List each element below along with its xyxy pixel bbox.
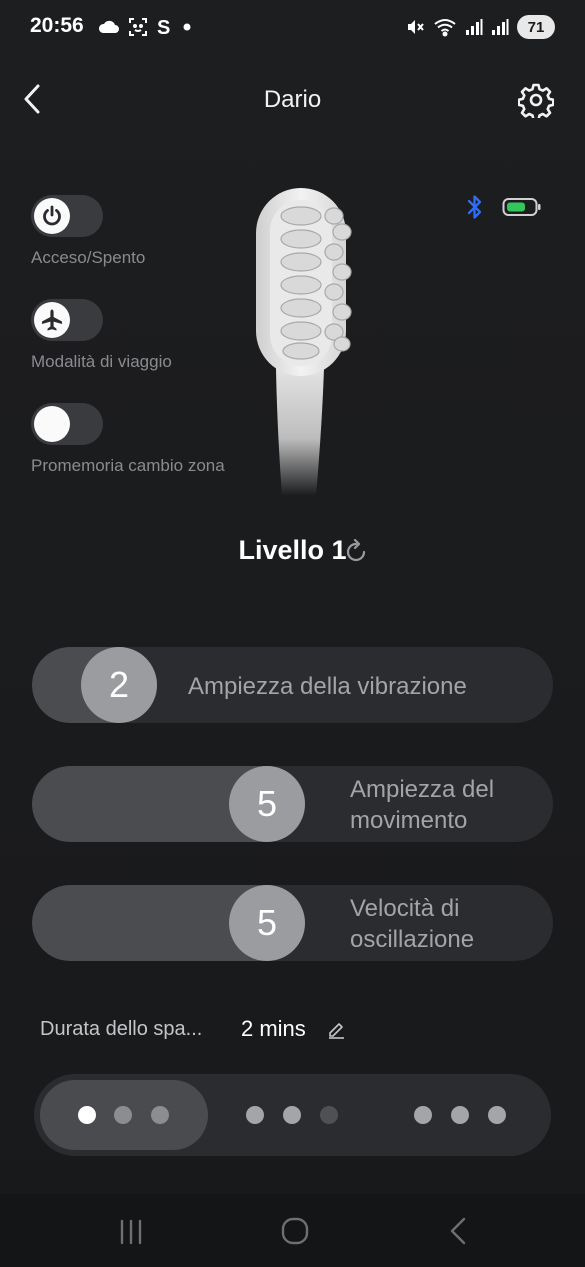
dot-icon [488,1106,506,1124]
dot-icon [246,1106,264,1124]
edit-duration-button[interactable] [326,1019,346,1044]
recent-apps-button[interactable] [117,1218,145,1251]
dot-icon [451,1106,469,1124]
s-icon: S [157,17,170,38]
slider-thumb[interactable]: 2 [81,647,157,723]
back-arrow-icon [450,1217,466,1245]
bluetooth-icon [466,194,484,225]
slider-thumb[interactable]: 5 [229,885,305,961]
status-time: 20:56 [30,14,84,37]
travel-mode-label: Modalità di viaggio [31,352,172,371]
mode-selector [34,1074,551,1156]
toggle-knob [34,302,70,338]
system-nav-bar [0,1194,585,1267]
dot-icon [414,1106,432,1124]
dot-icon [78,1106,96,1124]
slider-label: Ampiezza del movimento [350,776,495,834]
toggle-knob [34,198,70,234]
system-back-button[interactable] [447,1216,469,1251]
dot-icon [114,1106,132,1124]
power-toggle[interactable] [31,195,103,237]
duration-value: 2 mins [241,1016,306,1041]
power-label: Acceso/Spento [31,248,146,267]
level-title: Livello 1 [0,535,585,566]
battery-level: 71 [517,15,555,39]
status-left-icons: S [98,14,194,40]
slider-label: Ampiezza della vibrazione [188,673,467,700]
refresh-icon[interactable] [344,538,368,570]
face-scan-icon [129,18,147,36]
wifi-icon [434,19,456,37]
pencil-icon [329,1023,344,1039]
zone-reminder-label: Promemoria cambio zona [31,456,225,475]
battery-icon [502,197,542,222]
home-button[interactable] [280,1216,310,1251]
slider-thumb[interactable]: 5 [229,766,305,842]
status-right-icons: 71 [405,12,555,42]
toggle-knob [34,406,70,442]
airplane-icon [42,309,62,331]
slider-label: Velocità di oscillazione [350,895,475,953]
oscillation-speed-slider[interactable]: 5 Velocità di oscillazione [32,885,553,961]
movement-amplitude-slider[interactable]: 5 Ampiezza del movimento [32,766,553,842]
home-icon [281,1217,309,1245]
signal-icon [466,19,483,35]
power-icon [43,205,61,226]
level-label: Livello 1 [238,535,347,565]
travel-mode-toggle[interactable] [31,299,103,341]
svg-text:S: S [157,17,170,38]
recents-icon [120,1219,142,1245]
dot-icon [320,1106,338,1124]
settings-button[interactable] [516,80,556,120]
vibration-amplitude-slider[interactable]: 2 Ampiezza della vibrazione [32,647,553,723]
cloud-icon [98,20,119,33]
duration-label: Durata dello spa... [40,1018,203,1040]
zone-reminder-toggle[interactable] [31,403,103,445]
gear-icon [518,83,554,118]
toothbrush-image [246,186,364,496]
dot-icon [283,1106,301,1124]
mute-icon [408,20,424,34]
page-title: Dario [263,86,322,113]
signal-icon [492,19,509,35]
dot-icon [183,23,191,31]
dot-icon [151,1106,169,1124]
